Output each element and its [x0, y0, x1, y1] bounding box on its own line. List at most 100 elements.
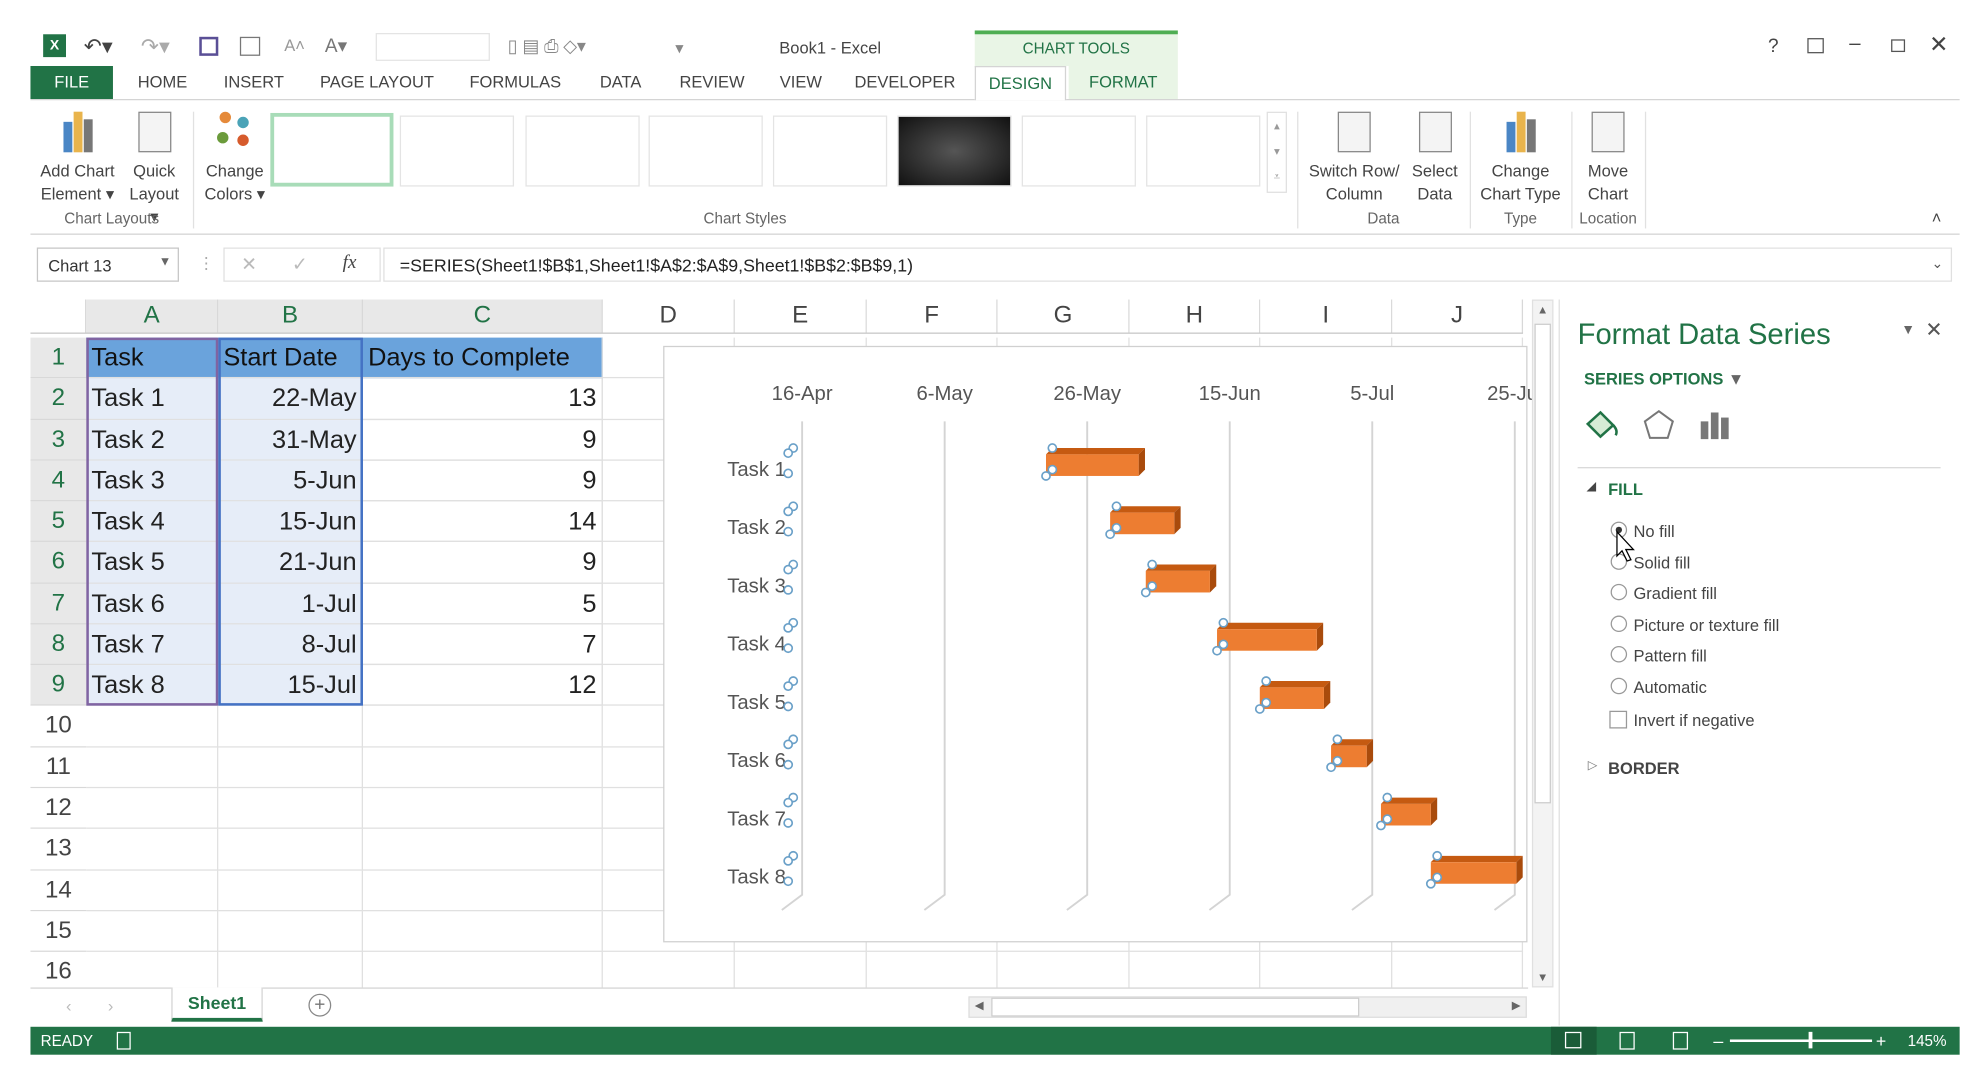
row-header-11[interactable]: 11: [30, 747, 87, 789]
row-header-8[interactable]: 8: [30, 624, 87, 666]
cell[interactable]: [86, 870, 219, 911]
move-chart-button[interactable]: Move Chart: [1576, 109, 1639, 205]
chart-style-4[interactable]: [648, 115, 763, 187]
macro-record-icon[interactable]: [116, 1031, 131, 1050]
tab-view[interactable]: VIEW: [767, 66, 836, 99]
sheet-tab-sheet1[interactable]: Sheet1: [171, 987, 263, 1022]
chart-style-5[interactable]: [772, 115, 888, 187]
tab-home[interactable]: HOME: [122, 66, 203, 99]
cell[interactable]: [218, 706, 363, 748]
switch-row-column-button[interactable]: Switch Row/Column: [1305, 109, 1404, 205]
pane-options-icon[interactable]: ▼: [1901, 322, 1915, 337]
undo-icon[interactable]: ↶▾: [84, 34, 113, 59]
border-section-toggle[interactable]: ▷: [1588, 759, 1598, 773]
radio-picture-or-texture-fill[interactable]: [1610, 614, 1628, 632]
fill-section-toggle[interactable]: ◢: [1587, 480, 1597, 494]
scroll-left-icon[interactable]: ◀: [975, 999, 984, 1013]
column-header-F[interactable]: F: [866, 299, 998, 333]
selection-handle[interactable]: [1147, 581, 1158, 592]
selection-handle[interactable]: [1432, 872, 1443, 883]
selection-handle[interactable]: [1105, 529, 1116, 540]
chart-styles-scroll[interactable]: ▴ ▾ ⩡: [1266, 111, 1287, 193]
chart-style-8[interactable]: [1146, 115, 1261, 187]
header-cell[interactable]: Days to Complete: [362, 337, 603, 379]
selection-handle[interactable]: [1382, 792, 1393, 803]
tab-page-layout[interactable]: PAGE LAYOUT: [306, 66, 448, 99]
selection-handle[interactable]: [1261, 676, 1272, 686]
row-header-2[interactable]: 2: [30, 378, 87, 420]
formula-input[interactable]: =SERIES(Sheet1!$B$1,Sheet1!$A$2:$A$9,She…: [383, 247, 1953, 282]
data-cell[interactable]: 12: [362, 665, 603, 707]
restore-icon[interactable]: [1891, 39, 1906, 53]
selection-handle[interactable]: [783, 818, 794, 828]
minimize-icon[interactable]: –: [1849, 33, 1860, 56]
selection-handle[interactable]: [1047, 443, 1058, 453]
help-icon[interactable]: ?: [1768, 36, 1779, 58]
selection-handle[interactable]: [1382, 814, 1393, 825]
task-bar[interactable]: [1430, 855, 1523, 884]
tab-file[interactable]: FILE: [30, 65, 113, 99]
column-header-I[interactable]: I: [1260, 299, 1393, 333]
selection-handle[interactable]: [783, 739, 794, 750]
page-layout-view-icon[interactable]: [1619, 1031, 1635, 1050]
chart-style-1[interactable]: [270, 112, 394, 187]
formula-bar-options-icon[interactable]: ⋮: [198, 254, 214, 274]
zoom-slider-thumb[interactable]: [1808, 1031, 1813, 1049]
font-shrink-icon[interactable]: A▾: [325, 34, 347, 58]
cell[interactable]: [86, 747, 219, 789]
customize-qat-icon[interactable]: ▾: [675, 38, 683, 58]
column-header-G[interactable]: G: [997, 299, 1130, 333]
tab-format[interactable]: FORMAT: [1068, 65, 1178, 99]
row-header-15[interactable]: 15: [30, 910, 87, 952]
selection-handle[interactable]: [783, 585, 794, 595]
selection-handle[interactable]: [1111, 501, 1122, 512]
cell[interactable]: [86, 829, 219, 871]
selection-handle[interactable]: [1425, 878, 1436, 889]
page-break-view-icon[interactable]: [1672, 1031, 1689, 1050]
new-sheet-icon[interactable]: +: [308, 993, 332, 1017]
task-bar[interactable]: [1045, 448, 1145, 476]
selection-handle[interactable]: [1218, 639, 1229, 650]
name-box-dropdown-icon[interactable]: ▼: [159, 255, 172, 269]
expand-formula-icon[interactable]: ⌄: [1931, 255, 1943, 271]
redo-icon[interactable]: ↷▾: [141, 34, 170, 59]
selection-handle[interactable]: [1261, 697, 1272, 708]
selection-handle[interactable]: [1147, 559, 1158, 570]
tab-formulas[interactable]: FORMULAS: [457, 66, 574, 99]
selection-handle[interactable]: [1140, 587, 1151, 598]
data-cell[interactable]: 5: [362, 583, 603, 625]
gantt-chart[interactable]: 16-Apr 6-May 26-May 15-Jun 5-Jul 25-Jul Task 1…: [654, 336, 1537, 953]
cell[interactable]: [218, 910, 363, 952]
select-all-corner[interactable]: [30, 299, 87, 333]
cell[interactable]: [218, 747, 363, 789]
selection-handle[interactable]: [783, 564, 794, 575]
selection-handle[interactable]: [1332, 755, 1343, 766]
radio-gradient-fill[interactable]: [1610, 583, 1628, 601]
save-icon[interactable]: [199, 36, 219, 56]
column-header-H[interactable]: H: [1129, 299, 1261, 333]
zoom-slider[interactable]: [1729, 1039, 1873, 1043]
row-header-3[interactable]: 3: [30, 419, 87, 461]
zoom-out-button[interactable]: –: [1713, 1027, 1723, 1055]
change-colors-button[interactable]: Change Colors ▾: [201, 109, 270, 205]
selection-handle[interactable]: [1047, 464, 1058, 475]
data-cell[interactable]: 9: [362, 542, 603, 584]
selection-handle[interactable]: [783, 876, 794, 887]
selection-handle[interactable]: [783, 701, 794, 712]
pane-close-icon[interactable]: ✕: [1925, 317, 1942, 342]
selection-handle[interactable]: [783, 856, 794, 866]
row-header-4[interactable]: 4: [30, 460, 87, 502]
next-sheet-icon[interactable]: ›: [108, 996, 114, 1015]
chart-style-2[interactable]: [399, 115, 515, 187]
select-data-button[interactable]: Select Data: [1408, 109, 1463, 205]
zoom-level[interactable]: 145%: [1908, 1027, 1947, 1055]
enter-icon[interactable]: ✓: [292, 253, 308, 276]
selection-handle[interactable]: [1218, 617, 1229, 628]
row-header-13[interactable]: 13: [30, 829, 87, 871]
cell[interactable]: [362, 706, 603, 748]
cell[interactable]: [362, 829, 603, 871]
cell[interactable]: [218, 829, 363, 871]
column-header-J[interactable]: J: [1392, 299, 1524, 333]
selection-handle[interactable]: [1332, 734, 1343, 745]
cell[interactable]: [362, 747, 603, 789]
